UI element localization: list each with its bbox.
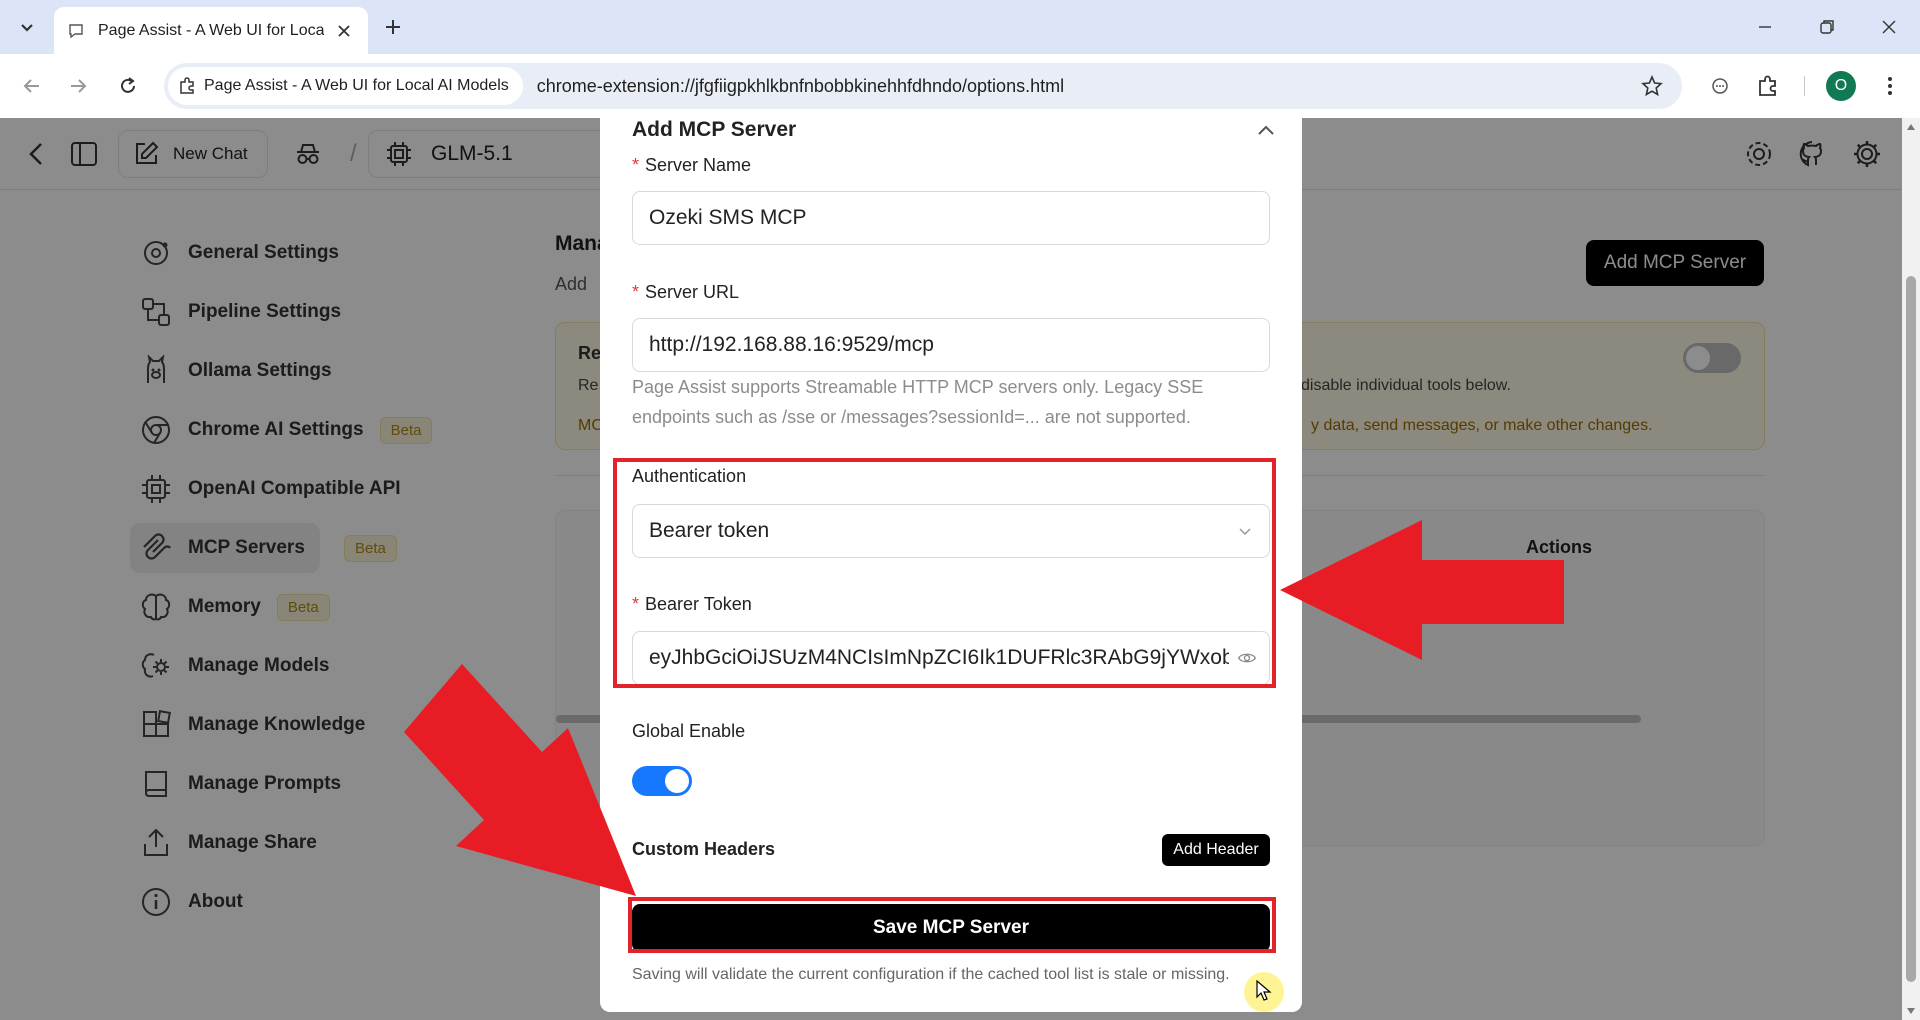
browser-toolbar: Page Assist - A Web UI for Local AI Mode… [0,54,1920,118]
extension-puzzle-icon [1759,75,1776,96]
site-chip-label: Page Assist - A Web UI for Local AI Mode… [204,77,509,94]
restore-icon [1820,20,1834,34]
server-url-value: http://192.168.88.16:9529/mcp [649,333,934,356]
collapse-modal-button[interactable] [1252,118,1280,142]
extension-puzzle-icon [180,77,194,94]
add-header-button[interactable]: Add Header [1162,834,1270,866]
required-marker: * [632,282,640,302]
arrow-left-icon [23,79,39,93]
browser-tab-active[interactable]: Page Assist - A Web UI for Local AI Mode… [54,7,368,54]
cursor-icon [1256,980,1272,1001]
plus-icon [386,20,400,34]
server-name-label: * Server Name [632,155,751,176]
reload-button[interactable] [112,70,144,102]
global-enable-switch[interactable] [632,766,692,796]
server-name-label-text: Server Name [645,155,752,175]
arrow-right-icon [71,79,87,93]
server-url-label-text: Server URL [645,282,740,302]
tab-title: Page Assist - A Web UI for Local AI Mode… [98,21,324,39]
minimize-button[interactable] [1750,12,1780,42]
chat-bubble-icon [1712,78,1728,94]
extensions-button[interactable] [1752,70,1784,102]
restore-button[interactable] [1812,12,1842,42]
chevron-up-icon [1258,125,1274,135]
server-url-help-text: Page Assist supports Streamable HTTP MCP… [632,377,1204,427]
toolbar-divider [1804,76,1805,96]
minimize-icon [1759,26,1771,28]
scrollbar-thumb[interactable] [1906,276,1916,982]
scroll-up-arrow-icon[interactable] [1902,120,1920,134]
profile-avatar[interactable]: O [1826,71,1856,101]
new-tab-button[interactable] [378,12,408,42]
modal-title: Add MCP Server [632,118,797,141]
server-url-label: * Server URL [632,282,739,303]
server-url-input[interactable]: http://192.168.88.16:9529/mcp [632,318,1270,372]
highlight-box-authentication [613,458,1276,688]
page-vertical-scrollbar[interactable] [1902,118,1920,1020]
page-assist-extension-button[interactable] [1704,70,1736,102]
tab-search-button[interactable] [12,12,42,42]
chevron-down-icon [21,24,33,32]
highlight-box-save [628,897,1276,953]
bookmark-star-button[interactable] [1638,72,1666,100]
global-enable-label: Global Enable [632,721,746,741]
browser-menu-button[interactable] [1874,70,1906,102]
star-icon [1641,75,1663,97]
browser-tab-strip: Page Assist - A Web UI for Local AI Mode… [0,0,1920,54]
back-button[interactable] [16,70,48,102]
forward-button[interactable] [62,70,94,102]
chat-bubble-icon [66,21,86,41]
url-text: chrome-extension://jfgfiigpkhlkbnfnbobbk… [536,75,1065,96]
server-name-value: Ozeki SMS MCP [649,206,807,229]
server-name-input[interactable]: Ozeki SMS MCP [632,191,1270,245]
address-bar[interactable]: Page Assist - A Web UI for Local AI Mode… [164,63,1682,109]
save-note-text: Saving will validate the current configu… [632,966,1230,983]
scroll-down-arrow-icon[interactable] [1902,1004,1920,1018]
kebab-menu-icon [1888,77,1892,95]
site-info-chip[interactable]: Page Assist - A Web UI for Local AI Mode… [168,67,523,105]
red-arrow-diagonal-annotation [404,664,636,896]
close-window-button[interactable] [1874,12,1904,42]
custom-headers-label: Custom Headers [632,839,776,859]
close-icon [1882,20,1896,34]
required-marker: * [632,155,640,175]
red-arrow-left-annotation [1280,520,1564,660]
mouse-cursor-highlight [1244,972,1284,1012]
reload-icon [121,77,135,93]
close-tab-icon[interactable] [332,19,356,43]
